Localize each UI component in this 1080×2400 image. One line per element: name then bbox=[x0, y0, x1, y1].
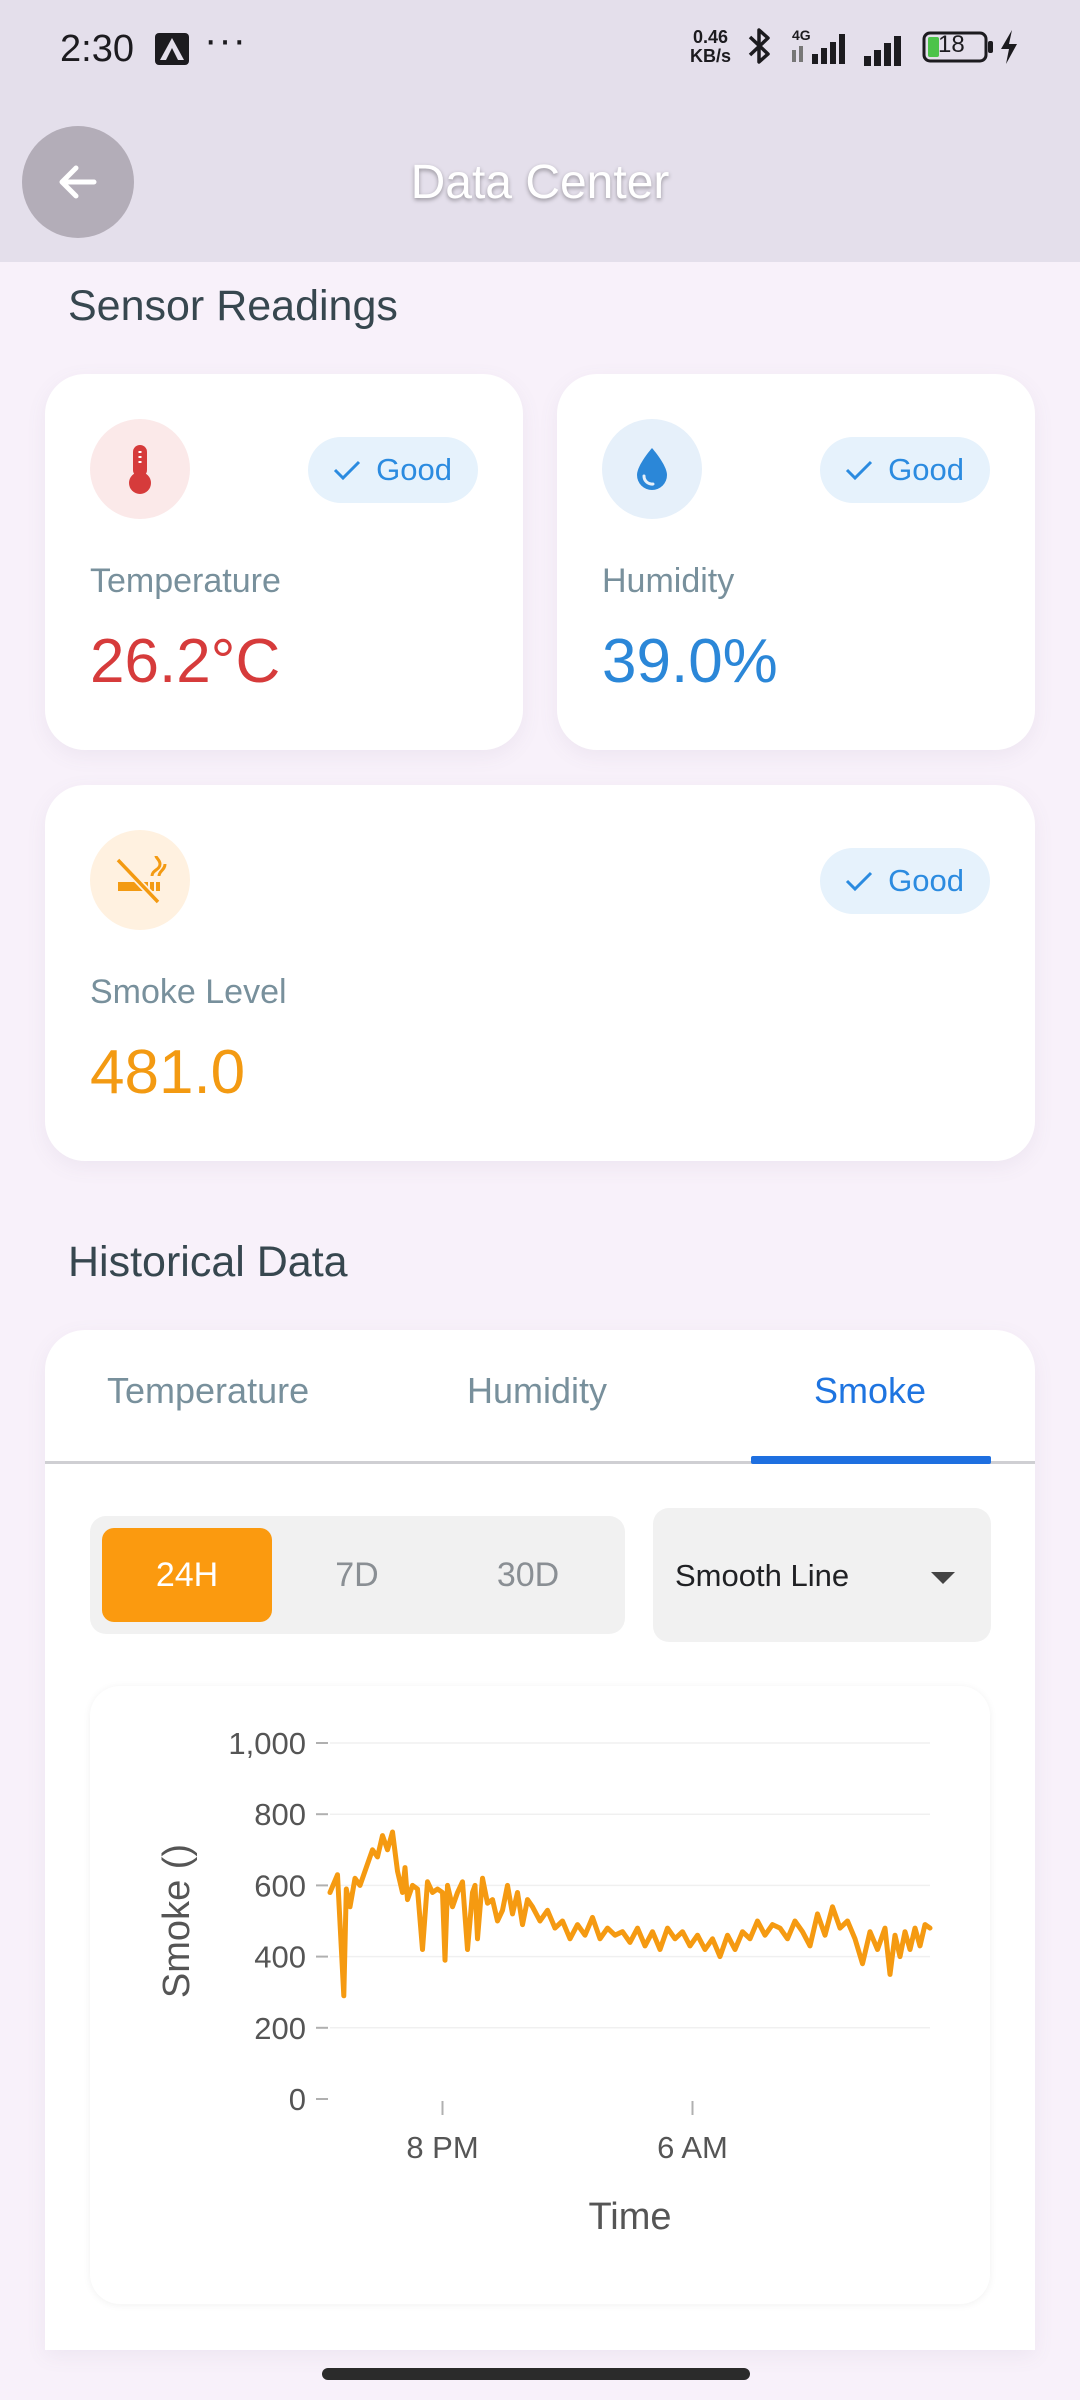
check-icon bbox=[846, 871, 873, 892]
sensor-readings-heading: Sensor Readings bbox=[68, 282, 398, 330]
status-badge: Good bbox=[820, 848, 990, 914]
status-badge-label: Good bbox=[376, 452, 452, 487]
status-bar: 2:30 ··· 0.46 KB/s 4G 18 bbox=[0, 0, 1080, 100]
smoking-icon-wrap bbox=[90, 830, 190, 930]
y-tick-label: 600 bbox=[254, 1868, 306, 1903]
smoke-line-chart: 0 200 400 600 800 1,000 8 PM 6 AM Time Smoke () bbox=[156, 1726, 933, 2238]
temperature-label: Temperature bbox=[90, 562, 281, 600]
x-tick-label: 6 AM bbox=[657, 2130, 728, 2165]
tab-temperature[interactable]: Temperature bbox=[107, 1370, 309, 1412]
svg-text:4G: 4G bbox=[792, 27, 811, 43]
status-badge-label: Good bbox=[888, 863, 964, 898]
range-7d-button[interactable]: 7D bbox=[272, 1528, 442, 1622]
humidity-label: Humidity bbox=[602, 562, 735, 600]
time-range-selector: 24H 7D 30D bbox=[90, 1516, 625, 1634]
chart-style-dropdown[interactable]: Smooth Line bbox=[653, 1508, 991, 1642]
status-time: 2:30 bbox=[60, 28, 134, 70]
more-notifications-icon: ··· bbox=[204, 18, 247, 62]
x-tick-label: 8 PM bbox=[406, 2130, 478, 2165]
tab-smoke[interactable]: Smoke bbox=[814, 1370, 926, 1412]
y-tick-label: 200 bbox=[254, 2011, 306, 2046]
check-icon bbox=[846, 460, 873, 481]
thermometer-icon bbox=[129, 445, 151, 494]
history-tabs: Temperature Humidity Smoke bbox=[45, 1330, 1035, 1464]
range-24h-button[interactable]: 24H bbox=[102, 1528, 272, 1622]
smoke-level-value: 481.0 bbox=[90, 1038, 246, 1107]
x-axis-label: Time bbox=[588, 2196, 671, 2238]
charging-icon bbox=[1001, 30, 1017, 64]
smoke-series-line bbox=[327, 1829, 933, 1999]
y-tick-label: 800 bbox=[254, 1797, 306, 1832]
battery-level: 18 bbox=[938, 31, 965, 58]
net-speed-value: 0.46 bbox=[692, 27, 729, 47]
signal-2-icon bbox=[864, 36, 901, 66]
status-badge: Good bbox=[308, 437, 478, 503]
range-30d-button[interactable]: 30D bbox=[443, 1528, 613, 1622]
temperature-value: 26.2°C bbox=[90, 627, 281, 696]
smoke-chart: 0 200 400 600 800 1,000 8 PM 6 AM Time Smoke () bbox=[90, 1686, 990, 2304]
humidity-value: 39.0% bbox=[602, 627, 778, 696]
gallery-icon bbox=[155, 33, 189, 65]
smoke-level-label: Smoke Level bbox=[90, 973, 287, 1011]
y-tick-label: 0 bbox=[289, 2082, 306, 2117]
top-app-bar: 2:30 ··· 0.46 KB/s 4G 18 Data Center bbox=[0, 0, 1080, 262]
historical-data-heading: Historical Data bbox=[68, 1238, 348, 1286]
chevron-down-icon bbox=[931, 1572, 955, 1584]
smoke-level-card[interactable]: Good Smoke Level 481.0 bbox=[45, 785, 1035, 1161]
thermometer-icon-wrap bbox=[90, 419, 190, 519]
y-tick-label: 400 bbox=[254, 1940, 306, 1975]
humidity-card[interactable]: Good Humidity 39.0% bbox=[557, 374, 1035, 750]
chart-style-value: Smooth Line bbox=[675, 1558, 850, 1593]
water-drop-icon bbox=[637, 448, 667, 490]
net-speed-unit: KB/s bbox=[690, 46, 732, 66]
active-tab-indicator bbox=[751, 1456, 991, 1464]
status-badge: Good bbox=[820, 437, 990, 503]
status-badge-label: Good bbox=[888, 452, 964, 487]
check-icon bbox=[334, 460, 361, 481]
historical-data-card: Temperature Humidity Smoke 24H 7D 30D Sm… bbox=[45, 1330, 1035, 2350]
temperature-card[interactable]: Good Temperature 26.2°C bbox=[45, 374, 523, 750]
tab-humidity[interactable]: Humidity bbox=[467, 1370, 607, 1412]
smoking-icon bbox=[115, 855, 167, 905]
home-indicator[interactable] bbox=[322, 2368, 750, 2380]
page-title: Data Center bbox=[410, 156, 670, 209]
y-tick-label: 1,000 bbox=[228, 1726, 306, 1761]
y-axis-label: Smoke () bbox=[156, 1844, 198, 1998]
bluetooth-icon bbox=[748, 28, 770, 64]
network-speed: 0.46 KB/s bbox=[690, 28, 731, 66]
signal-icon: 4G bbox=[792, 27, 845, 64]
water-drop-icon-wrap bbox=[602, 419, 702, 519]
